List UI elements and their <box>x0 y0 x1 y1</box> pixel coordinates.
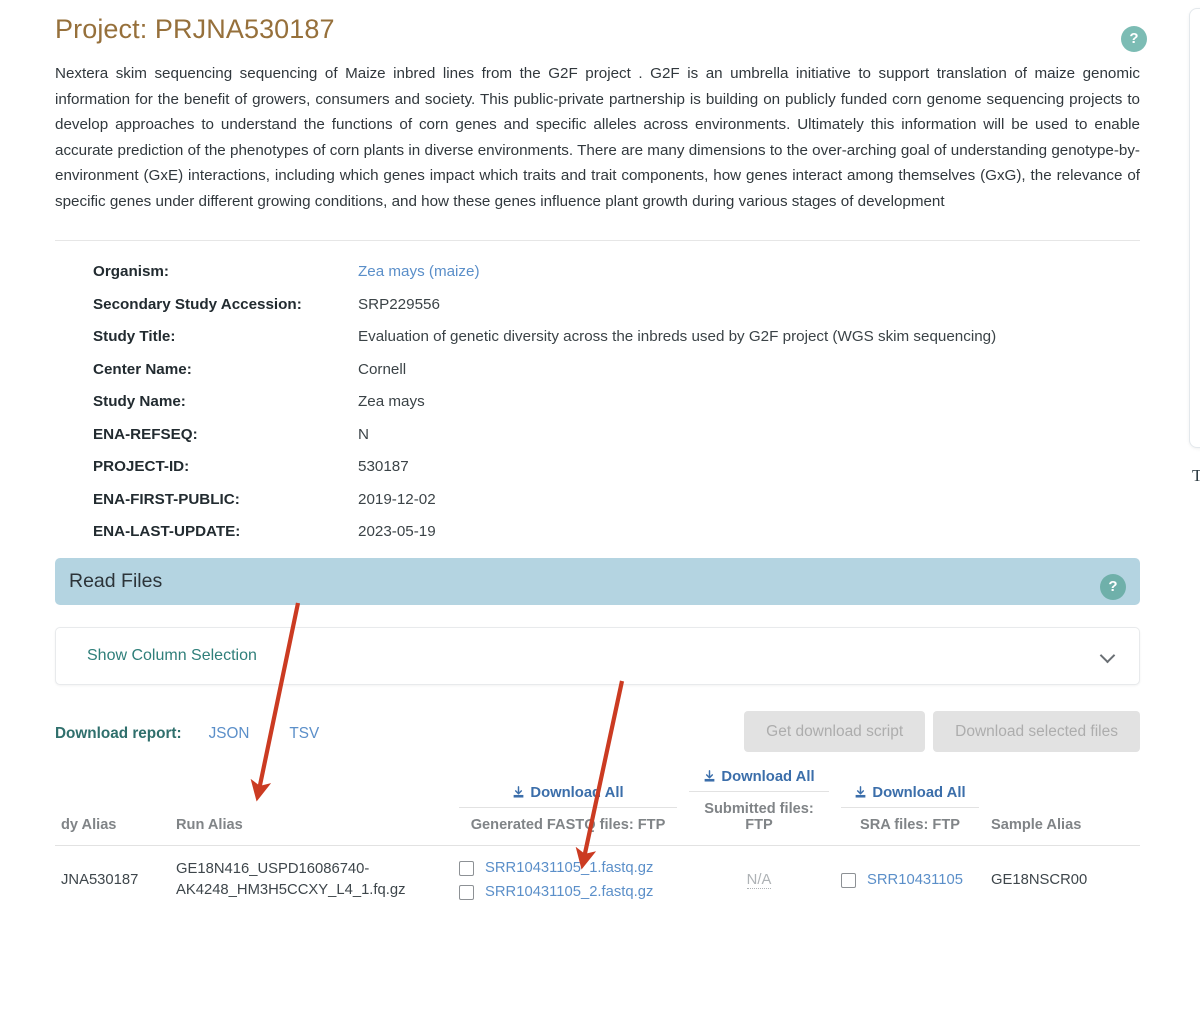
metadata-value: 2019-12-02 <box>358 490 436 508</box>
column-header-sra-files-ftp[interactable]: Download All SRA files: FTP <box>835 765 985 846</box>
section-divider <box>55 240 1140 241</box>
fastq-file-link[interactable]: SRR10431105_1.fastq.gz <box>485 860 653 876</box>
metadata-value: N <box>358 425 369 443</box>
download-icon <box>512 786 525 799</box>
cell-generated-fastq: SRR10431105_1.fastq.gz SRR10431105_2.fas… <box>453 846 683 915</box>
main-content: Project: PRJNA530187 Nextera skim sequen… <box>0 0 1180 914</box>
file-entry: SRR10431105_1.fastq.gz <box>459 856 677 880</box>
metadata-row-ena-refseq: ENA-REFSEQ: N <box>93 426 1140 443</box>
help-icon[interactable]: ? <box>1100 574 1126 600</box>
metadata-row-secondary-study-accession: Secondary Study Accession: SRP229556 <box>93 296 1140 313</box>
chevron-down-icon[interactable] <box>1101 648 1117 664</box>
project-description: Nextera skim sequencing sequencing of Ma… <box>55 65 1140 210</box>
read-files-title: Read Files <box>69 570 163 592</box>
metadata-row-ena-first-public: ENA-FIRST-PUBLIC: 2019-12-02 <box>93 491 1140 508</box>
metadata-label: ENA-REFSEQ: <box>93 425 198 443</box>
file-checkbox[interactable] <box>459 884 474 900</box>
column-header-study-alias[interactable]: dy Alias <box>55 765 170 846</box>
file-entry: SRR10431105_2.fastq.gz <box>459 880 677 904</box>
download-icon <box>703 770 716 783</box>
download-all-fastq-link[interactable]: Download All <box>459 785 677 808</box>
project-metadata-list: Organism: Zea mays (maize) Secondary Stu… <box>55 263 1140 540</box>
metadata-value: SRP229556 <box>358 295 440 313</box>
cell-study-alias: JNA530187 <box>61 872 139 888</box>
metadata-label: Organism: <box>93 263 169 280</box>
cell-run-alias: GE18N416_USPD16086740-AK4248_HM3H5CCXY_L… <box>176 861 406 898</box>
show-column-selection-label: Show Column Selection <box>87 647 257 664</box>
help-icon[interactable]: ? <box>1121 26 1147 52</box>
download-action-buttons: Get download script Download selected fi… <box>744 711 1140 752</box>
download-all-sra-link[interactable]: Download All <box>841 785 979 808</box>
column-header-run-alias[interactable]: Run Alias <box>170 765 453 846</box>
metadata-value: 530187 <box>358 458 409 475</box>
metadata-label: Center Name: <box>93 360 192 378</box>
download-report-json-link[interactable]: JSON <box>209 725 250 743</box>
get-download-script-button[interactable]: Get download script <box>744 711 926 752</box>
read-files-section-header: Read Files ? <box>55 558 1140 605</box>
not-available-text: N/A <box>746 871 772 889</box>
right-side-stray-text: T <box>1192 466 1200 485</box>
fastq-file-link[interactable]: SRR10431105_2.fastq.gz <box>485 884 653 900</box>
organism-link[interactable]: Zea mays (maize) <box>358 263 480 280</box>
metadata-row-study-name: Study Name: Zea mays <box>93 393 1140 410</box>
table-body: JNA530187 GE18N416_USPD16086740-AK4248_H… <box>55 846 1140 915</box>
metadata-label: Study Title: <box>93 328 176 345</box>
metadata-value: 2023-05-19 <box>358 523 436 540</box>
download-all-submitted-link[interactable]: Download All <box>689 769 829 792</box>
page-title: Project: PRJNA530187 <box>55 14 335 44</box>
right-side-panel <box>1189 8 1200 448</box>
show-column-selection-accordion[interactable]: Show Column Selection <box>55 627 1140 685</box>
download-icon <box>854 786 867 799</box>
file-checkbox[interactable] <box>841 872 856 888</box>
cell-sample-alias: GE18NSCR00 <box>991 872 1088 888</box>
download-selected-files-button[interactable]: Download selected files <box>933 711 1140 752</box>
column-header-generated-fastq-ftp[interactable]: Download All Generated FASTQ files: FTP <box>453 765 683 846</box>
page-root: T Project: PRJNA530187 Nextera skim sequ… <box>0 0 1200 1033</box>
metadata-label: ENA-LAST-UPDATE: <box>93 523 241 540</box>
metadata-label: Secondary Study Accession: <box>93 295 302 313</box>
download-report-label: Download report: <box>55 725 182 742</box>
metadata-label: Study Name: <box>93 393 186 410</box>
file-entry: SRR10431105 <box>841 868 979 892</box>
cell-submitted-files: N/A <box>683 846 835 915</box>
metadata-label: ENA-FIRST-PUBLIC: <box>93 490 240 508</box>
metadata-label: PROJECT-ID: <box>93 458 190 475</box>
metadata-row-ena-last-update: ENA-LAST-UPDATE: 2023-05-19 <box>93 523 1140 540</box>
table-header: dy Alias Run Alias Download All Generate… <box>55 765 1140 846</box>
column-header-submitted-files-ftp[interactable]: Download All Submitted files: FTP <box>683 765 835 846</box>
read-files-table: dy Alias Run Alias Download All Generate… <box>55 765 1140 914</box>
table-row: JNA530187 GE18N416_USPD16086740-AK4248_H… <box>55 846 1140 915</box>
metadata-row-organism: Organism: Zea mays (maize) <box>93 263 1140 280</box>
cell-sra-files: SRR10431105 <box>835 846 985 915</box>
download-report-tsv-link[interactable]: TSV <box>289 725 319 743</box>
metadata-value: Zea mays <box>358 393 425 410</box>
file-checkbox[interactable] <box>459 860 474 876</box>
metadata-row-study-title: Study Title: Evaluation of genetic diver… <box>93 328 1140 345</box>
metadata-row-center-name: Center Name: Cornell <box>93 361 1140 378</box>
download-report-row: Download report: JSON TSV Get download s… <box>55 711 1140 757</box>
metadata-value: Evaluation of genetic diversity across t… <box>358 328 997 345</box>
column-header-sample-alias[interactable]: Sample Alias <box>985 765 1140 846</box>
metadata-value: Cornell <box>358 360 407 378</box>
metadata-row-project-id: PROJECT-ID: 530187 <box>93 458 1140 475</box>
sra-file-link[interactable]: SRR10431105 <box>867 872 963 888</box>
